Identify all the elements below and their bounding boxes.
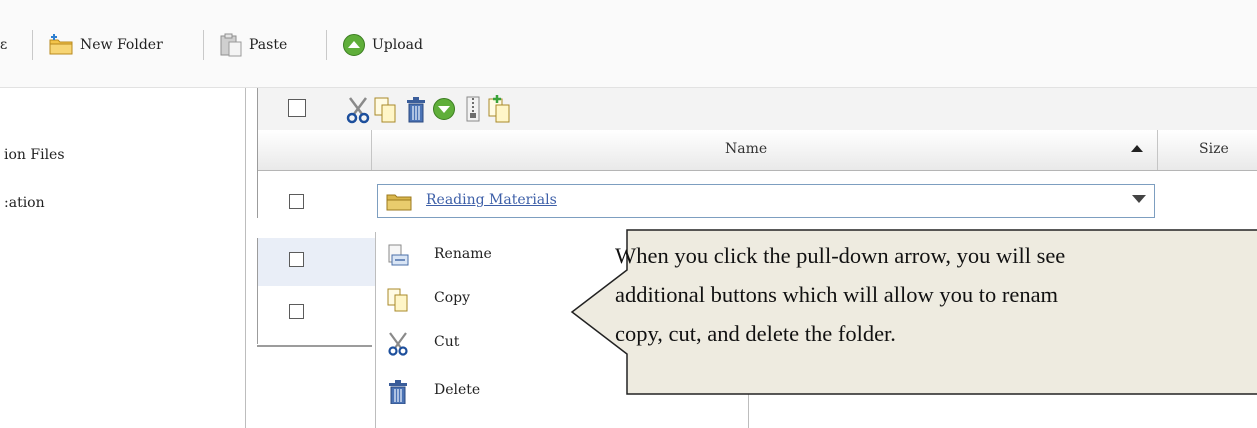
name-column-label: Name bbox=[725, 141, 768, 157]
size-column-header[interactable]: Size bbox=[1158, 130, 1257, 170]
cut-icon bbox=[388, 332, 408, 356]
folder-name-cell[interactable]: Reading Materials bbox=[377, 184, 1155, 218]
name-column-header[interactable]: Name bbox=[372, 130, 1157, 170]
size-column-label: Size bbox=[1199, 141, 1229, 157]
upload-button[interactable]: Upload bbox=[342, 32, 423, 58]
row-checkbox[interactable] bbox=[289, 194, 304, 209]
zip-icon[interactable] bbox=[466, 96, 480, 124]
row-checkbox[interactable] bbox=[289, 304, 304, 319]
new-folder-icon bbox=[49, 34, 73, 55]
callout-line: When you click the pull-down arrow, you … bbox=[615, 243, 1066, 268]
rename-icon bbox=[388, 244, 409, 266]
download-icon[interactable] bbox=[432, 97, 456, 121]
callout-text: When you click the pull-down arrow, you … bbox=[615, 236, 1257, 353]
delete-icon[interactable] bbox=[404, 96, 428, 124]
grid-header-row: Name Size bbox=[257, 130, 1257, 171]
delete-icon bbox=[389, 380, 407, 404]
callout-line: copy, cut, and delete the folder. bbox=[615, 321, 896, 346]
copy-icon bbox=[387, 288, 408, 312]
grid-bottom-border bbox=[257, 345, 372, 347]
folder-tree-pane: ion Files :ation bbox=[0, 88, 245, 428]
table-row[interactable] bbox=[257, 238, 376, 286]
grid-toolbar bbox=[257, 88, 1257, 131]
table-row[interactable] bbox=[257, 286, 376, 344]
new-folder-button[interactable]: New Folder bbox=[48, 32, 163, 58]
tree-item-location[interactable]: :ation bbox=[4, 195, 45, 211]
toolbar-divider bbox=[32, 30, 33, 60]
new-folder-label: New Folder bbox=[80, 37, 163, 53]
copy-to-icon[interactable] bbox=[487, 94, 513, 124]
paste-button[interactable]: Paste bbox=[219, 32, 287, 58]
sort-ascending-icon bbox=[1131, 145, 1143, 152]
upload-label: Upload bbox=[372, 37, 423, 53]
paste-icon bbox=[220, 33, 242, 57]
row-checkbox[interactable] bbox=[289, 252, 304, 267]
pane-splitter[interactable] bbox=[245, 88, 246, 428]
folder-name-link[interactable]: Reading Materials bbox=[426, 192, 557, 208]
menu-label-delete: Delete bbox=[434, 382, 481, 398]
menu-label-copy: Copy bbox=[434, 290, 471, 306]
menu-label-rename: Rename bbox=[434, 246, 492, 262]
paste-label: Paste bbox=[249, 37, 288, 53]
pull-down-arrow-icon[interactable] bbox=[1132, 195, 1146, 203]
select-all-checkbox[interactable] bbox=[288, 99, 306, 117]
callout-line: additional buttons which will allow you … bbox=[615, 282, 1059, 307]
cut-icon[interactable] bbox=[345, 96, 371, 124]
truncated-toolbar-button[interactable]: ɛ bbox=[0, 32, 7, 58]
tree-item-files[interactable]: ion Files bbox=[4, 147, 65, 163]
upload-icon bbox=[343, 34, 365, 56]
toolbar-divider bbox=[326, 30, 327, 60]
tutorial-callout: When you click the pull-down arrow, you … bbox=[570, 228, 1257, 396]
menu-label-cut: Cut bbox=[434, 334, 460, 350]
main-toolbar: ɛ New Folder Paste Upload bbox=[0, 0, 1257, 88]
copy-icon[interactable] bbox=[373, 96, 399, 124]
folder-icon bbox=[386, 194, 412, 211]
toolbar-divider bbox=[203, 30, 204, 60]
